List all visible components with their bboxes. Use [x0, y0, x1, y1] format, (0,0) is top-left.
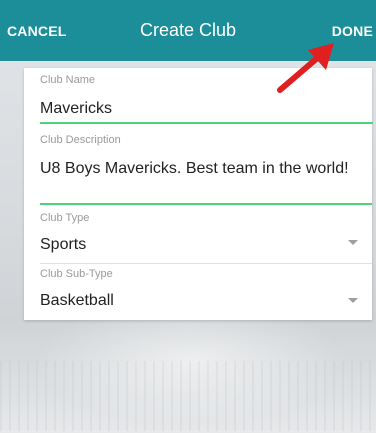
club-type-dropdown-icon[interactable] [348, 240, 358, 245]
red-arrow-icon [277, 43, 334, 93]
club-description-input[interactable]: U8 Boys Mavericks. Best team in the worl… [40, 160, 349, 178]
club-sub-type-field[interactable]: Club Sub-Type Basketball [40, 265, 372, 320]
club-sub-type-select[interactable]: Basketball [40, 292, 114, 310]
club-name-label: Club Name [40, 74, 96, 86]
stadium-stands [0, 361, 376, 431]
club-type-divider [40, 263, 372, 264]
club-type-label: Club Type [40, 212, 90, 224]
club-type-select[interactable]: Sports [40, 236, 86, 254]
club-name-input[interactable]: Mavericks [40, 100, 112, 118]
club-type-field[interactable]: Club Type Sports [40, 210, 372, 265]
cancel-button[interactable]: CANCEL [7, 23, 67, 39]
club-description-underline [40, 203, 372, 205]
club-description-label: Club Description [40, 134, 121, 146]
club-sub-type-label: Club Sub-Type [40, 268, 113, 280]
done-button[interactable]: DONE [332, 23, 373, 39]
club-name-underline [40, 122, 373, 124]
create-club-form: Club Name Mavericks Club Description U8 … [24, 68, 373, 320]
club-description-field[interactable]: Club Description U8 Boys Mavericks. Best… [40, 126, 372, 210]
club-sub-type-dropdown-icon[interactable] [348, 298, 358, 303]
